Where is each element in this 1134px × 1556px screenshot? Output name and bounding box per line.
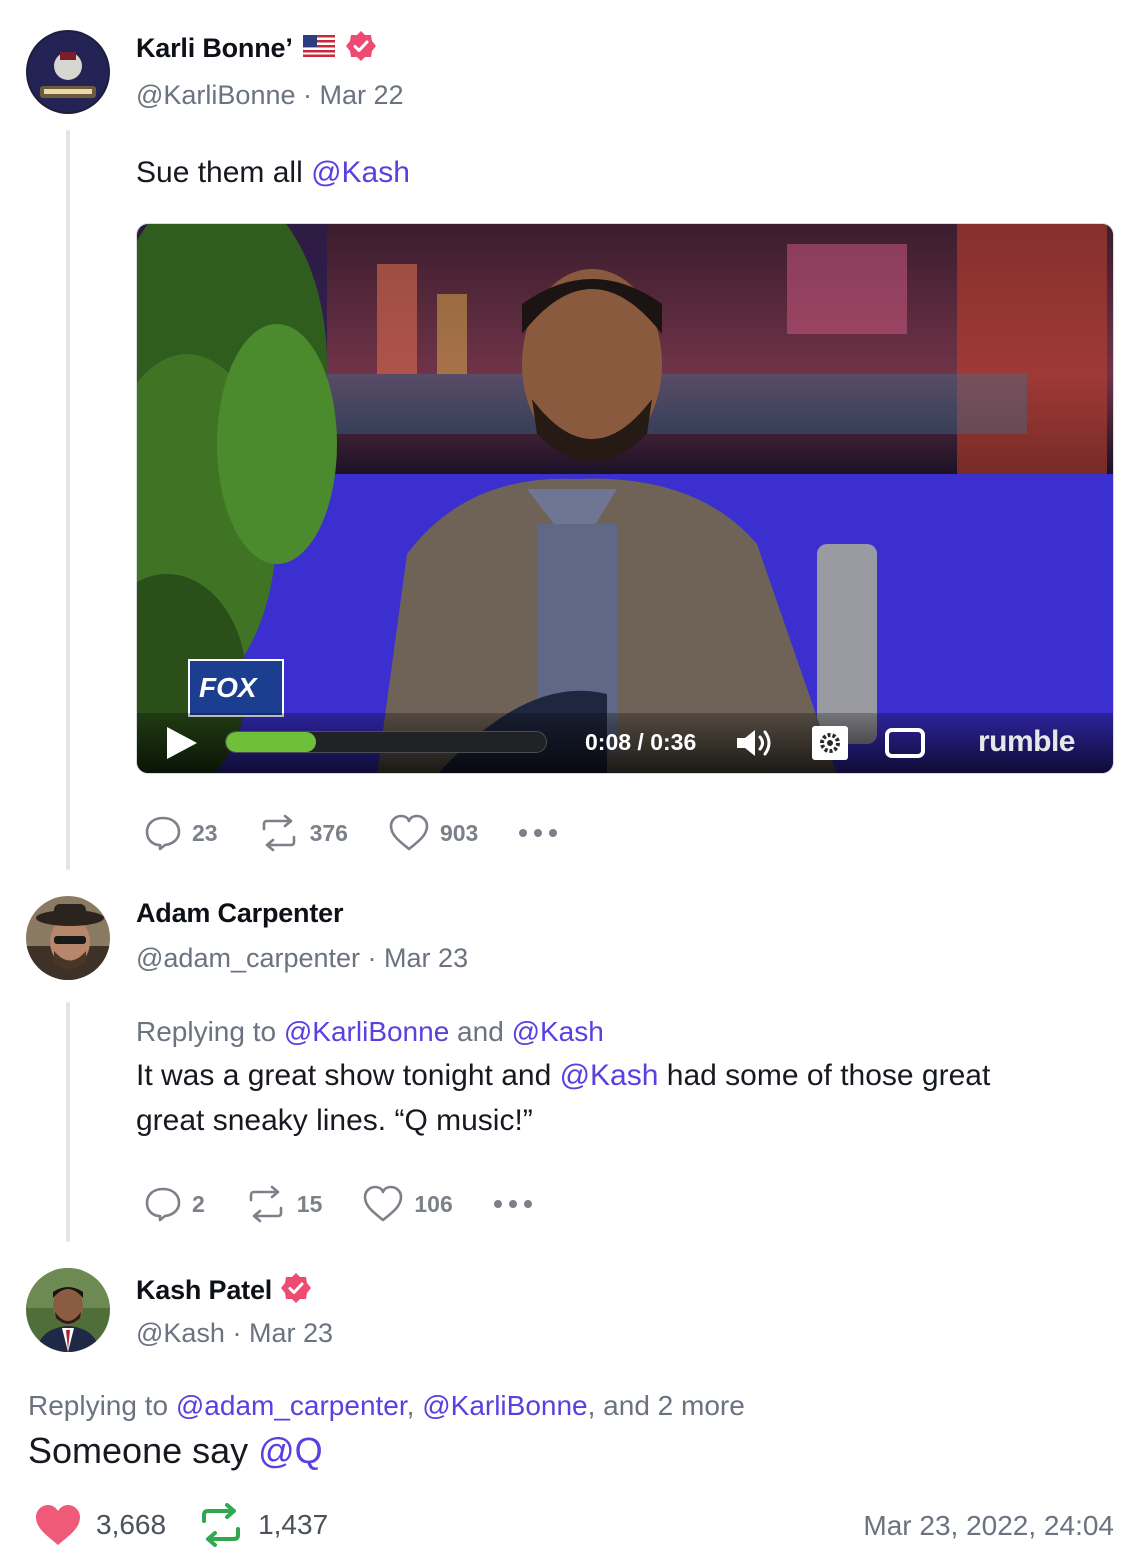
thread-line bbox=[66, 1002, 70, 1242]
reply-button[interactable]: 2 bbox=[144, 1185, 205, 1223]
video-frame bbox=[137, 224, 1113, 773]
video-time: 0:08 / 0:36 bbox=[585, 729, 697, 755]
post-date[interactable]: Mar 22 bbox=[320, 80, 404, 110]
reply-button[interactable]: 23 bbox=[144, 814, 218, 852]
like-count: 106 bbox=[414, 1190, 453, 1217]
video-player[interactable]: FOX 0:08 / 0:36 rumble bbox=[136, 223, 1114, 774]
mention-link[interactable]: @Kash bbox=[560, 1059, 659, 1092]
like-count: 3,668 bbox=[96, 1509, 167, 1540]
post-text: Someone say @Q bbox=[28, 1430, 323, 1471]
video-controls: 0:08 / 0:36 rumble bbox=[137, 713, 1113, 773]
repost-icon bbox=[262, 814, 295, 852]
avatar-kash[interactable] bbox=[26, 1268, 110, 1352]
reply-count: 2 bbox=[192, 1190, 205, 1217]
mention-link[interactable]: @KarliBonne bbox=[422, 1390, 587, 1421]
reply-count: 23 bbox=[192, 819, 218, 846]
replying-to: Replying to @KarliBonne and @Kash bbox=[136, 1016, 604, 1047]
post-actions: 2 15 106 bbox=[144, 1185, 573, 1223]
mention-link[interactable]: @Q bbox=[258, 1430, 323, 1471]
repost-button[interactable]: 15 bbox=[245, 1185, 323, 1223]
reply-icon bbox=[145, 1187, 181, 1222]
verified-badge-icon bbox=[345, 30, 377, 67]
repost-count: 15 bbox=[296, 1190, 323, 1217]
repost-count: 376 bbox=[309, 819, 348, 846]
fox-logo: FOX bbox=[199, 672, 257, 703]
heart-icon bbox=[364, 1185, 403, 1222]
mention-link[interactable]: @Kash bbox=[311, 156, 410, 189]
rumble-logo[interactable]: rumble bbox=[978, 725, 1076, 759]
repost-active-icon bbox=[202, 1503, 241, 1547]
more-options-button[interactable] bbox=[518, 828, 558, 838]
post-text: It was a great show tonight and @Kash ha… bbox=[136, 1059, 991, 1137]
like-button[interactable]: 106 bbox=[362, 1185, 453, 1223]
mention-link[interactable]: @KarliBonne bbox=[284, 1016, 449, 1047]
reply-icon bbox=[145, 816, 181, 851]
author-name[interactable]: Adam Carpenter bbox=[136, 898, 343, 929]
repost-button[interactable] bbox=[198, 1503, 244, 1547]
more-options-button[interactable] bbox=[493, 1199, 533, 1209]
us-flag-icon bbox=[302, 34, 336, 62]
replying-to: Replying to @adam_carpenter, @KarliBonne… bbox=[28, 1390, 745, 1421]
avatar-karli[interactable] bbox=[26, 30, 110, 114]
volume-icon[interactable] bbox=[735, 727, 775, 764]
mention-link[interactable]: @adam_carpenter bbox=[176, 1390, 407, 1421]
post-date[interactable]: Mar 23 bbox=[384, 943, 468, 973]
post-actions: 23 376 903 bbox=[144, 814, 598, 852]
post-timestamp: Mar 23, 2022, 24:04 bbox=[863, 1510, 1114, 1541]
video-progress-fill bbox=[226, 732, 316, 752]
settings-gear-icon[interactable] bbox=[811, 725, 849, 766]
more-mentions-link[interactable]: , and 2 more bbox=[588, 1390, 745, 1421]
like-count: 903 bbox=[439, 819, 479, 846]
like-button[interactable] bbox=[34, 1503, 82, 1547]
heart-filled-icon bbox=[36, 1505, 80, 1545]
post-date[interactable]: Mar 23 bbox=[249, 1318, 333, 1348]
fullscreen-icon[interactable] bbox=[885, 727, 925, 764]
post-header: Kash Patel bbox=[136, 1272, 312, 1309]
video-progress-bar[interactable] bbox=[225, 731, 547, 753]
author-handle[interactable]: @KarliBonne bbox=[136, 80, 296, 110]
repost-button[interactable]: 376 bbox=[258, 814, 348, 852]
repost-count: 1,437 bbox=[258, 1509, 329, 1540]
author-handle[interactable]: @adam_carpenter bbox=[136, 943, 360, 973]
post-meta: @adam_carpenter · Mar 23 bbox=[136, 943, 469, 973]
avatar-adam[interactable] bbox=[26, 896, 110, 980]
post-header: Adam Carpenter bbox=[136, 898, 343, 929]
author-name[interactable]: Karli Bonne’ bbox=[136, 33, 293, 64]
post-meta: @KarliBonne · Mar 22 bbox=[136, 80, 404, 110]
author-name[interactable]: Kash Patel bbox=[136, 1275, 272, 1306]
author-handle[interactable]: @Kash bbox=[136, 1318, 225, 1348]
heart-icon bbox=[389, 814, 429, 851]
play-icon[interactable] bbox=[165, 725, 199, 766]
verified-badge-icon bbox=[280, 1272, 312, 1309]
post-text: Sue them all @Kash bbox=[136, 156, 410, 189]
post-meta: @Kash · Mar 23 bbox=[136, 1318, 334, 1348]
post-header: Karli Bonne’ bbox=[136, 30, 377, 67]
more-icon bbox=[493, 1200, 532, 1208]
like-button[interactable]: 903 bbox=[388, 814, 478, 852]
more-icon bbox=[519, 829, 558, 837]
thread-line bbox=[66, 130, 70, 870]
repost-icon bbox=[249, 1185, 283, 1223]
mention-link[interactable]: @Kash bbox=[512, 1016, 604, 1047]
post-actions: 3,668 1,437 bbox=[34, 1503, 360, 1547]
